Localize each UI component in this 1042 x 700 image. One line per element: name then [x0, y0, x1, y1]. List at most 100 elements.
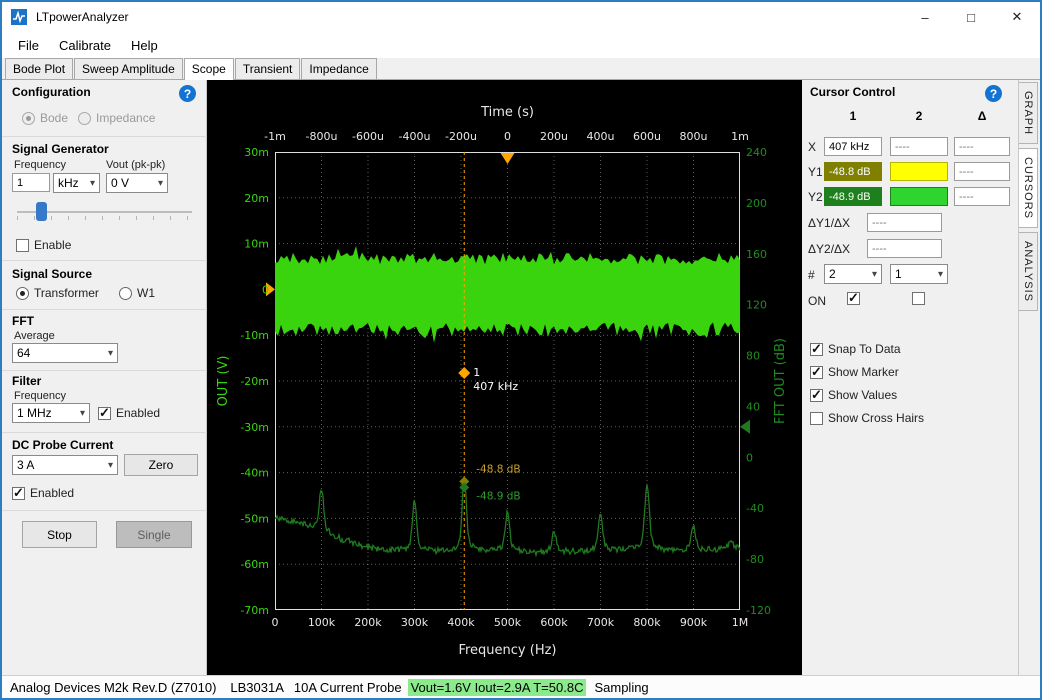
divider: [2, 510, 207, 511]
help-icon[interactable]: ?: [985, 85, 1002, 102]
time-tick-label: -1m: [264, 130, 286, 143]
side-tab-graph[interactable]: GRAPH: [1019, 82, 1038, 144]
cursor-y2-value-delta: ----: [954, 187, 1010, 206]
menu-help[interactable]: Help: [121, 32, 168, 58]
time-tick-label: 800u: [680, 130, 708, 143]
frequency-input[interactable]: [12, 173, 50, 192]
frequency-tick-label: 600k: [540, 616, 568, 629]
enable-checkbox[interactable]: [16, 239, 29, 252]
cursor-x-value-2[interactable]: ----: [890, 137, 948, 156]
vout-select[interactable]: 0 V: [106, 173, 168, 193]
tab-transient[interactable]: Transient: [235, 58, 301, 79]
cursor-option-checkbox-show-marker[interactable]: [810, 366, 823, 379]
cursor-1-number-select[interactable]: 2: [824, 264, 882, 284]
app-window: LTpowerAnalyzer – □ ✕ FileCalibrateHelp …: [0, 0, 1042, 700]
maximize-button[interactable]: □: [948, 2, 994, 32]
cursor-control-panel: Cursor Control ? 1 2 Δ X 407 kHz ---- --…: [802, 80, 1018, 675]
close-button[interactable]: ✕: [994, 2, 1040, 32]
signal-source-title: Signal Source: [12, 267, 92, 281]
side-tab-cursors[interactable]: CURSORS: [1019, 148, 1038, 228]
cursor-x-label: X: [808, 140, 816, 154]
divider: [2, 260, 207, 261]
amplitude-slider-thumb[interactable]: [36, 202, 47, 221]
scope-chart[interactable]: 1407 kHz-48.8 dB-48.9 dB-1m-800u-600u-40…: [207, 80, 802, 675]
frequency-tick-label: 400k: [447, 616, 475, 629]
filter-frequency-label: Frequency: [14, 390, 66, 402]
transformer-radio[interactable]: [16, 287, 29, 300]
help-icon[interactable]: ?: [179, 85, 196, 102]
divider: [2, 309, 207, 310]
left-panel: Configuration ? Bode Impedance Signal Ge…: [2, 80, 207, 675]
menubar: FileCalibrateHelp: [2, 32, 1040, 58]
time-tick-label: 400u: [587, 130, 615, 143]
side-tab-analysis[interactable]: ANALYSIS: [1019, 232, 1038, 311]
bode-radio-label: Bode: [40, 111, 68, 125]
tab-bode-plot[interactable]: Bode Plot: [5, 58, 73, 79]
dc-probe-current-select[interactable]: 3 A: [12, 455, 118, 475]
average-select[interactable]: 64: [12, 343, 118, 363]
cursor-2-on-checkbox[interactable]: [912, 292, 925, 305]
cursor-option-checkbox-show-values[interactable]: [810, 389, 823, 402]
tab-scope[interactable]: Scope: [184, 58, 234, 80]
tab-sweep-amplitude[interactable]: Sweep Amplitude: [74, 58, 183, 79]
cursor-y1-readout: -48.8 dB: [476, 463, 520, 475]
cursor-1-on-checkbox[interactable]: [847, 292, 860, 305]
transformer-radio-label: Transformer: [34, 286, 99, 300]
out-tick-label: 20m: [244, 192, 269, 205]
frequency-tick-label: 500k: [494, 616, 522, 629]
out-tick-label: -60m: [240, 558, 269, 571]
cursor-option-label: Snap To Data: [828, 342, 901, 356]
bode-radio[interactable]: [22, 112, 35, 125]
app-icon: [10, 8, 28, 26]
divider: [2, 136, 207, 137]
status-device: Analog Devices M2k Rev.D (Z7010): [10, 680, 216, 695]
impedance-radio[interactable]: [78, 112, 91, 125]
dc-probe-enabled-checkbox[interactable]: [12, 487, 25, 500]
frequency-unit-select[interactable]: kHz: [53, 173, 100, 193]
cursor-option-checkbox-snap-to-data[interactable]: [810, 343, 823, 356]
fft-tick-label: -120: [746, 604, 771, 617]
frequency-tick-label: 700k: [587, 616, 615, 629]
tab-bar: Bode PlotSweep AmplitudeScopeTransientIm…: [2, 58, 1040, 80]
vout-value: 0 V: [111, 176, 129, 190]
w1-radio[interactable]: [119, 287, 132, 300]
cursor-2-number-select[interactable]: 1: [890, 264, 948, 284]
time-tick-label: -200u: [445, 130, 477, 143]
out-tick-label: 30m: [244, 146, 269, 159]
filter-enabled-label: Enabled: [116, 406, 160, 420]
stop-button[interactable]: Stop: [22, 521, 97, 548]
menu-calibrate[interactable]: Calibrate: [49, 32, 121, 58]
fft-axis-title: FFT OUT (dB): [773, 338, 788, 424]
cursor-option-label: Show Marker: [828, 365, 899, 379]
time-tick-label: 600u: [633, 130, 661, 143]
cursor-y1-value-1: -48.8 dB: [824, 162, 882, 181]
minimize-button[interactable]: –: [902, 2, 948, 32]
out-tick-label: -20m: [240, 375, 269, 388]
tab-impedance[interactable]: Impedance: [301, 58, 376, 79]
main-content: Configuration ? Bode Impedance Signal Ge…: [2, 80, 1040, 675]
frequency-unit-value: kHz: [58, 176, 79, 190]
zero-button[interactable]: Zero: [124, 454, 198, 476]
cursor-x-value-1[interactable]: 407 kHz: [824, 137, 882, 156]
time-axis-title: Time (s): [480, 105, 534, 120]
cursor-y2-value-1: -48.9 dB: [824, 187, 882, 206]
out-tick-label: 0: [262, 283, 269, 296]
enable-label: Enable: [34, 238, 71, 252]
dc-probe-current-value: 3 A: [17, 458, 34, 472]
filter-enabled-checkbox[interactable]: [98, 407, 111, 420]
filter-title: Filter: [12, 374, 41, 388]
cursor-y2-value-2: [890, 187, 948, 206]
dc-probe-title: DC Probe Current: [12, 438, 113, 452]
filter-frequency-select[interactable]: 1 MHz: [12, 403, 90, 423]
delta-y1-label: ΔY1/ΔX: [808, 216, 850, 230]
menu-file[interactable]: File: [8, 32, 49, 58]
time-tick-label: 1m: [731, 130, 749, 143]
status-board: LB3031A: [230, 680, 284, 695]
cursor-option-checkbox-show-cross-hairs[interactable]: [810, 412, 823, 425]
status-readout: Vout=1.6V Iout=2.9A T=50.8C: [408, 679, 587, 696]
cursor-col-1-header: 1: [824, 109, 882, 123]
average-value: 64: [17, 346, 30, 360]
divider: [2, 432, 207, 433]
fft-tick-label: 200: [746, 197, 767, 210]
cursor-number-label: #: [808, 268, 815, 282]
